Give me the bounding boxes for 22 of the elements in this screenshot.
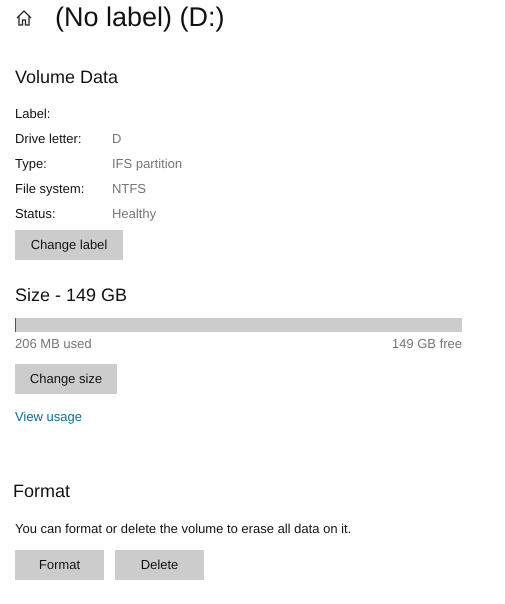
- home-icon[interactable]: [15, 8, 33, 26]
- action-button[interactable]: Delete: [115, 550, 204, 580]
- view-usage-link[interactable]: View usage: [15, 409, 82, 424]
- free-text: 149 GB free: [392, 335, 462, 353]
- property-value: NTFS: [112, 180, 146, 198]
- change-label-button[interactable]: Change label: [15, 230, 123, 260]
- section-heading: Volume Data: [15, 66, 120, 89]
- property-label: Label:: [15, 104, 52, 123]
- section-heading: Format: [13, 480, 72, 503]
- property-label: Type:: [15, 154, 48, 173]
- property-value: Healthy: [112, 204, 156, 223]
- property-label: Drive letter:: [15, 130, 82, 148]
- action-button[interactable]: Format: [15, 550, 104, 580]
- property-value: D: [112, 130, 122, 148]
- property-value: IFS partition: [112, 154, 182, 173]
- format-description: You can format or delete the volume to erase all data on it.: [15, 520, 352, 538]
- property-label: Status:: [15, 204, 56, 223]
- used-text: 206 MB used: [15, 335, 92, 353]
- page-title: (No label) (D:): [55, 4, 225, 31]
- change-size-button[interactable]: Change size: [15, 364, 117, 394]
- section-heading: Size - 149 GB: [15, 284, 128, 307]
- property-label: File system:: [15, 180, 86, 198]
